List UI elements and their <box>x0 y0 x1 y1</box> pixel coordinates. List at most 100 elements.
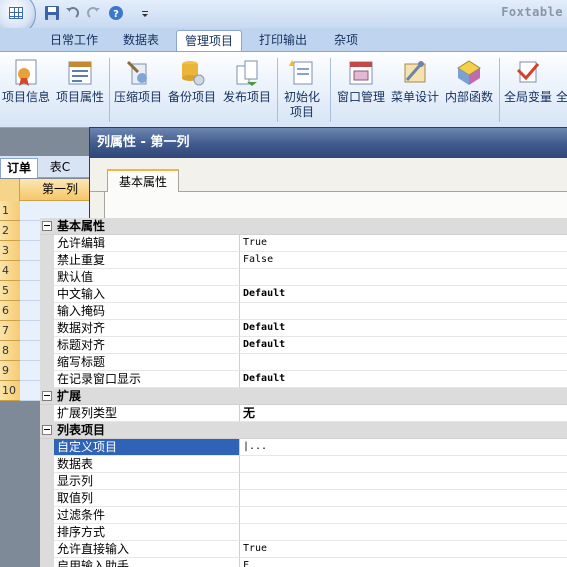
property-value[interactable] <box>240 490 567 507</box>
property-row[interactable]: 输入掩码 <box>40 303 567 320</box>
property-value[interactable]: True <box>240 541 567 558</box>
row-number[interactable]: 2 <box>0 221 20 241</box>
property-row[interactable]: 标题对齐 Default <box>40 337 567 354</box>
row-number[interactable]: 8 <box>0 341 20 361</box>
property-value[interactable] <box>240 269 567 286</box>
property-name[interactable]: 扩展列类型 <box>54 405 240 422</box>
property-name[interactable]: 显示列 <box>54 473 240 490</box>
property-value[interactable]: Default <box>240 371 567 388</box>
property-value[interactable]: 无 <box>240 405 567 422</box>
property-value[interactable]: Default <box>240 320 567 337</box>
customize-toolbar-icon[interactable] <box>140 5 150 21</box>
row-number[interactable]: 3 <box>0 241 20 261</box>
property-name[interactable]: 允许编辑 <box>54 235 240 252</box>
redo-icon[interactable] <box>86 5 102 21</box>
row-number[interactable]: 5 <box>0 281 20 301</box>
save-icon[interactable] <box>44 5 60 21</box>
project-info-button[interactable]: 项目信息 <box>0 58 52 105</box>
property-value[interactable] <box>240 303 567 320</box>
tab-tables[interactable]: 数据表 <box>111 30 171 51</box>
property-row[interactable]: 自定义项目 |... <box>40 439 567 456</box>
backup-project-button[interactable]: 备份项目 <box>166 58 218 105</box>
property-name[interactable]: 数据表 <box>54 456 240 473</box>
property-name[interactable]: 缩写标题 <box>54 354 240 371</box>
property-value[interactable]: Default <box>240 286 567 303</box>
property-row[interactable]: 默认值 <box>40 269 567 286</box>
property-row[interactable]: 允许直接输入 True <box>40 541 567 558</box>
property-name[interactable]: 自定义项目 <box>54 439 240 456</box>
property-name[interactable]: 输入掩码 <box>54 303 240 320</box>
property-row[interactable]: 启用输入助手 F <box>40 558 567 567</box>
property-row[interactable]: 在记录窗口显示 Default <box>40 371 567 388</box>
column-header[interactable]: 第一列 <box>20 179 100 201</box>
property-name[interactable]: 数据对齐 <box>54 320 240 337</box>
property-name[interactable]: 禁止重复 <box>54 252 240 269</box>
property-row[interactable]: 数据表 <box>40 456 567 473</box>
property-section-header[interactable]: 扩展 <box>40 388 567 405</box>
row-number[interactable]: 4 <box>0 261 20 281</box>
tab-print-output[interactable]: 打印输出 <box>250 30 316 51</box>
property-value[interactable]: Default <box>240 337 567 354</box>
property-name[interactable]: 标题对齐 <box>54 337 240 354</box>
property-row[interactable]: 扩展列类型无 <box>40 405 567 422</box>
property-value[interactable]: True <box>240 235 567 252</box>
more-button[interactable]: 全 <box>556 58 567 105</box>
property-name[interactable]: 在记录窗口显示 <box>54 371 240 388</box>
row-number[interactable]: 7 <box>0 321 20 341</box>
property-value[interactable] <box>240 524 567 541</box>
property-value[interactable] <box>240 473 567 490</box>
property-row[interactable]: 排序方式 <box>40 524 567 541</box>
row-number[interactable]: 1 <box>0 201 20 221</box>
project-properties-button[interactable]: 项目属性 <box>54 58 106 105</box>
grid-corner[interactable] <box>0 179 20 201</box>
property-row[interactable]: 禁止重复 False <box>40 252 567 269</box>
tab-manage-project[interactable]: 管理项目 <box>176 30 242 51</box>
property-name[interactable]: 启用输入助手 <box>54 558 240 567</box>
initialize-project-button[interactable]: 初始化 项目 <box>279 58 325 120</box>
property-name[interactable]: 允许直接输入 <box>54 541 240 558</box>
property-name[interactable]: 取值列 <box>54 490 240 507</box>
property-value[interactable]: False <box>240 252 567 269</box>
property-gutter <box>40 235 54 252</box>
property-value[interactable] <box>240 456 567 473</box>
tab-basic-properties[interactable]: 基本属性 <box>107 169 179 193</box>
property-gutter <box>40 320 54 337</box>
property-name[interactable]: 排序方式 <box>54 524 240 541</box>
menu-design-button[interactable]: 菜单设计 <box>388 58 442 105</box>
property-row[interactable]: 数据对齐 Default <box>40 320 567 337</box>
undo-icon[interactable] <box>64 5 80 21</box>
property-value[interactable]: F <box>240 558 567 567</box>
property-row[interactable]: 过滤条件 <box>40 507 567 524</box>
property-name[interactable]: 默认值 <box>54 269 240 286</box>
global-variables-button[interactable]: 全局变量 <box>502 58 554 105</box>
property-row[interactable]: 中文输入 Default <box>40 286 567 303</box>
property-name[interactable]: 过滤条件 <box>54 507 240 524</box>
window-manager-button[interactable]: 窗口管理 <box>334 58 388 105</box>
collapse-toggle-icon[interactable] <box>42 221 52 231</box>
sheet-tab-orders[interactable]: 订单 <box>0 158 38 178</box>
collapse-toggle-icon[interactable] <box>42 391 52 401</box>
menu-design-label: 菜单设计 <box>390 90 439 104</box>
property-row[interactable]: 缩写标题 <box>40 354 567 371</box>
compress-project-button[interactable]: 压缩项目 <box>112 58 164 105</box>
sheet-tab-table-c[interactable]: 表C <box>40 158 80 178</box>
tab-daily-work[interactable]: 日常工作 <box>43 30 105 51</box>
collapse-toggle-icon[interactable] <box>42 425 52 435</box>
property-row[interactable]: 取值列 <box>40 490 567 507</box>
property-name[interactable]: 中文输入 <box>54 286 240 303</box>
property-row[interactable]: 显示列 <box>40 473 567 490</box>
row-number[interactable]: 10 <box>0 381 20 401</box>
internal-functions-button[interactable]: 内部函数 <box>442 58 496 105</box>
publish-project-button[interactable]: 发布项目 <box>220 58 274 105</box>
property-value[interactable] <box>240 354 567 371</box>
row-number[interactable]: 6 <box>0 301 20 321</box>
property-section-header[interactable]: 基本属性 <box>40 218 567 235</box>
property-value[interactable] <box>240 507 567 524</box>
property-row[interactable]: 允许编辑 True <box>40 235 567 252</box>
property-section-header[interactable]: 列表项目 <box>40 422 567 439</box>
tab-misc[interactable]: 杂项 <box>326 30 366 51</box>
row-number[interactable]: 9 <box>0 361 20 381</box>
help-icon[interactable]: ? <box>108 5 124 21</box>
sheet-tab-bar: 订单 表C <box>0 156 100 178</box>
property-value[interactable]: |... <box>240 439 567 456</box>
